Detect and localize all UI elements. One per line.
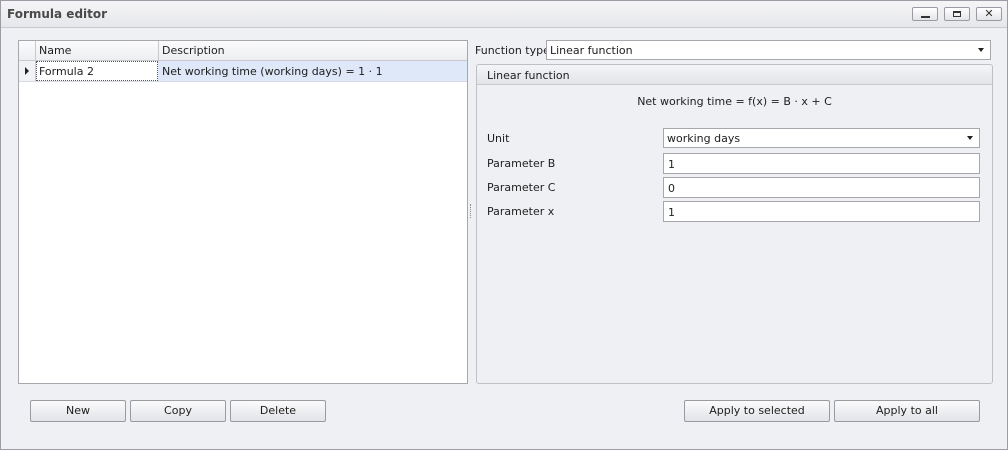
formula-grid: Name Description Formula 2 Net working t… <box>18 40 468 384</box>
delete-button[interactable]: Delete <box>230 400 326 422</box>
column-header-name[interactable]: Name <box>36 41 159 60</box>
row-indicator <box>19 61 36 81</box>
group-header: Linear function <box>477 65 992 85</box>
row-description-cell[interactable]: Net working time (working days) = 1 · 1 <box>162 65 383 78</box>
group-title: Linear function <box>487 69 570 82</box>
column-header-description[interactable]: Description <box>159 41 467 60</box>
function-type-label: Function type <box>475 44 550 57</box>
parameter-b-input[interactable]: 1 <box>663 153 980 174</box>
parameter-c-label: Parameter C <box>487 181 556 194</box>
function-type-select[interactable]: Linear function <box>546 40 991 60</box>
grid-header: Name Description <box>19 41 467 61</box>
new-button[interactable]: New <box>30 400 126 422</box>
window-title: Formula editor <box>7 7 108 21</box>
minimize-icon <box>921 16 930 18</box>
maximize-button[interactable] <box>944 7 970 21</box>
parameter-c-input[interactable]: 0 <box>663 177 980 198</box>
parameter-b-label: Parameter B <box>487 157 556 170</box>
close-button[interactable]: ✕ <box>976 7 1002 21</box>
unit-value: working days <box>667 132 741 145</box>
formula-text: Net working time = f(x) = B · x + C <box>637 95 832 108</box>
linear-function-group: Linear function Net working time = f(x) … <box>476 64 993 384</box>
unit-select[interactable]: working days <box>663 128 980 148</box>
splitter-handle[interactable] <box>470 204 473 218</box>
parameter-x-label: Parameter x <box>487 205 555 218</box>
formula-editor-window: Formula editor ✕ Name Description Formul… <box>0 0 1008 450</box>
header-indicator-cell <box>19 41 36 60</box>
copy-button[interactable]: Copy <box>130 400 226 422</box>
table-row[interactable]: Formula 2 Net working time (working days… <box>19 61 467 82</box>
apply-to-selected-button[interactable]: Apply to selected <box>684 400 830 422</box>
chevron-down-icon <box>978 48 984 52</box>
title-bar[interactable]: Formula editor ✕ <box>1 1 1007 28</box>
row-pointer-icon <box>25 67 29 75</box>
chevron-down-icon <box>967 136 973 140</box>
maximize-icon <box>953 11 961 17</box>
apply-to-all-button[interactable]: Apply to all <box>834 400 980 422</box>
parameter-x-input[interactable]: 1 <box>663 201 980 222</box>
row-name-cell[interactable]: Formula 2 <box>36 61 158 81</box>
minimize-button[interactable] <box>912 7 938 21</box>
unit-label: Unit <box>487 132 510 145</box>
function-type-value: Linear function <box>550 44 633 57</box>
close-icon: ✕ <box>984 7 994 20</box>
